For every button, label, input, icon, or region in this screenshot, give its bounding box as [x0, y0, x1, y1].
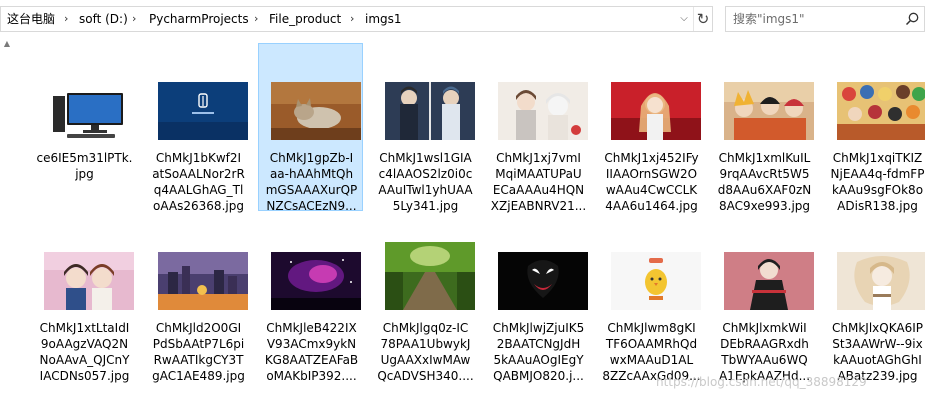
- file-name: ChMkJ1wsl1GIA c4lAAOS2lz0i0c AAuITwl1yhU…: [378, 151, 473, 213]
- image-thumbnail: [44, 82, 134, 140]
- file-item[interactable]: ChMkJ1xqiTKIZ NjEAA4q-fdmFP kAAu9sgFOk8o…: [824, 65, 925, 233]
- image-thumbnail: [385, 242, 475, 310]
- scroll-up-icon[interactable]: ▲: [0, 37, 14, 51]
- file-name: ChMkJlwjZjuIK5 2BAATCNgJdH 5kAAuAOgIEgY …: [492, 321, 585, 383]
- chevron-down-icon[interactable]: ⌵: [676, 7, 692, 31]
- breadcrumb-file-product[interactable]: File_product: [269, 7, 341, 31]
- image-thumbnail: [837, 252, 925, 310]
- image-thumbnail: [498, 82, 588, 140]
- image-thumbnail: [498, 252, 588, 310]
- file-item[interactable]: ce6IE5m31lPTk. jpg: [31, 65, 136, 233]
- breadcrumb-this-pc[interactable]: 这台电脑: [7, 7, 55, 31]
- file-name: ChMkJ1xqiTKIZ NjEAA4q-fdmFP kAAu9sgFOk8o…: [830, 151, 925, 213]
- search-input[interactable]: 搜索"imgs1": [733, 7, 805, 31]
- file-item[interactable]: ChMkJld2O0GI PdSbAAtP7L6pi RwAATIkgCY3T …: [145, 235, 250, 401]
- file-item[interactable]: ChMkJ1xj7vmI MqiMAATUPaU ECaAAAu4HQN XZj…: [485, 65, 590, 233]
- image-thumbnail: [385, 82, 475, 140]
- breadcrumb-imgs1[interactable]: imgs1: [365, 7, 402, 31]
- file-item[interactable]: ChMkJlwjZjuIK5 2BAATCNgJdH 5kAAuAOgIEgY …: [485, 235, 590, 401]
- breadcrumb-separator-icon[interactable]: ›: [254, 7, 258, 31]
- file-item[interactable]: ChMkJ1xtLtaIdI 9oAAgzVAQ2N NoAAvA_QJCnY …: [31, 235, 136, 401]
- file-item[interactable]: ChMkJlgq0z-IC 78PAA1UbwykJ UgAAXxIwMAw Q…: [372, 235, 477, 401]
- breadcrumb-separator-icon[interactable]: ›: [350, 7, 354, 31]
- file-name: ChMkJ1xj452IFy IIAAOrnSGW2O wAAu4CwCCLK …: [604, 151, 699, 213]
- file-name: ChMkJlgq0z-IC 78PAA1UbwykJ UgAAXxIwMAw Q…: [377, 321, 474, 383]
- file-name: ChMkJ1xmlKuIL 9rqAAvcRt5W5 d8AAu6XAF0zN …: [717, 151, 812, 213]
- file-item[interactable]: ChMkJ1bKwf2I atSoAALNor2rR q4AALGhAG_Tl …: [145, 65, 250, 233]
- image-thumbnail: [271, 82, 361, 140]
- file-list-view[interactable]: ▲ ce6IE5m31lPTk. jpg ChMkJ1bKwf2I atSoAA…: [0, 37, 925, 401]
- file-item[interactable]: ChMkJ1xj452IFy IIAAOrnSGW2O wAAu4CwCCLK …: [598, 65, 703, 233]
- image-thumbnail: [724, 82, 814, 140]
- image-thumbnail: [837, 82, 925, 140]
- image-thumbnail: [611, 252, 701, 310]
- breadcrumb-drive-d[interactable]: soft (D:): [79, 7, 128, 31]
- file-item[interactable]: ChMkJ1wsl1GIA c4lAAOS2lz0i0c AAuITwl1yhU…: [372, 65, 477, 233]
- search-box[interactable]: 搜索"imgs1": [725, 6, 925, 32]
- image-thumbnail: [611, 82, 701, 140]
- breadcrumb-separator-icon[interactable]: ›: [132, 7, 136, 31]
- breadcrumb-separator-icon[interactable]: ›: [64, 7, 68, 31]
- breadcrumb-pycharmprojects[interactable]: PycharmProjects: [149, 7, 249, 31]
- address-bar[interactable]: 这台电脑 › soft (D:) › PycharmProjects › Fil…: [0, 6, 713, 32]
- refresh-icon[interactable]: ↻: [693, 7, 712, 31]
- image-thumbnail: [158, 82, 248, 140]
- file-name: ChMkJld2O0GI PdSbAAtP7L6pi RwAATIkgCY3T …: [152, 321, 245, 383]
- file-name: ce6IE5m31lPTk. jpg: [36, 151, 133, 181]
- file-item[interactable]: ChMkJleB422IX V93ACmx9ykN KG8AATZEAFaB o…: [258, 235, 363, 401]
- file-name: ChMkJ1xj7vmI MqiMAATUPaU ECaAAAu4HQN XZj…: [490, 151, 587, 213]
- toolbar: 这台电脑 › soft (D:) › PycharmProjects › Fil…: [0, 0, 925, 37]
- image-thumbnail: [158, 252, 248, 310]
- file-name: ChMkJ1xtLtaIdI 9oAAgzVAQ2N NoAAvA_QJCnY …: [39, 321, 130, 383]
- file-name: ChMkJ1gpZb-I aa-hAAhMtQh mGSAAAXurQP NZC…: [265, 151, 358, 213]
- watermark: https://blog.csdn.net/qq_38898129: [656, 375, 867, 389]
- file-item[interactable]: ChMkJ1xmlKuIL 9rqAAvcRt5W5 d8AAu6XAF0zN …: [711, 65, 816, 233]
- file-item-selected[interactable]: ChMkJ1gpZb-I aa-hAAhMtQh mGSAAAXurQP NZC…: [258, 43, 363, 213]
- image-thumbnail: [44, 252, 134, 310]
- search-icon[interactable]: [904, 11, 920, 27]
- file-name: ChMkJleB422IX V93ACmx9ykN KG8AATZEAFaB o…: [264, 321, 359, 383]
- file-name: ChMkJ1bKwf2I atSoAALNor2rR q4AALGhAG_Tl …: [152, 151, 245, 213]
- image-thumbnail: [724, 252, 814, 310]
- image-thumbnail: [271, 252, 361, 310]
